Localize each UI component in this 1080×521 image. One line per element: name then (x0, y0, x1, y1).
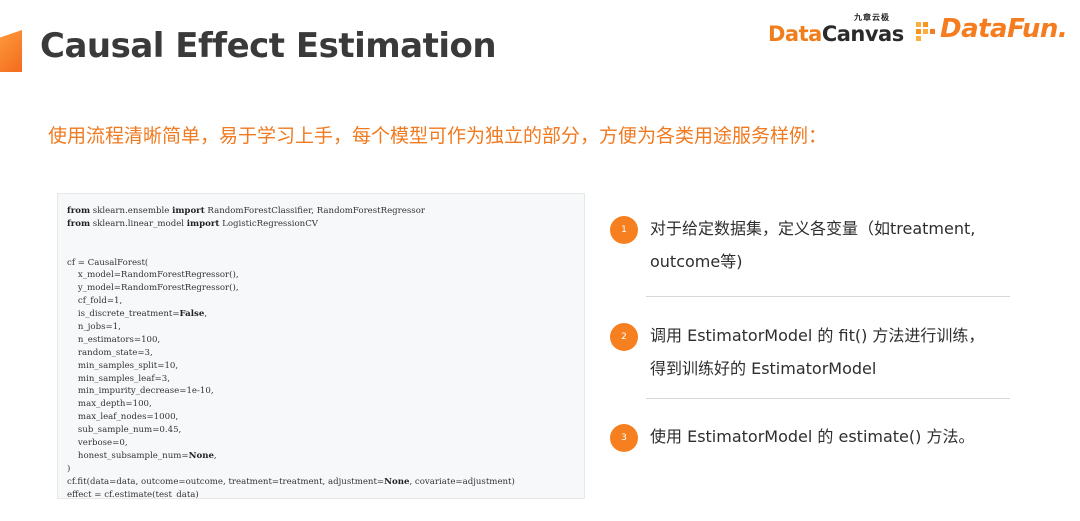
code-keyword: import (172, 206, 205, 216)
code-text: cf_fold=1, (67, 296, 123, 307)
code-line: n_estimators=100, (67, 334, 584, 347)
code-line: x_model=RandomForestRegressor(), (67, 269, 584, 282)
code-keyword: import (186, 218, 220, 229)
code-line: ) (67, 463, 584, 476)
code-text: is_discrete_treatment= (67, 309, 180, 320)
code-line: sub_sample_num=0.45, (67, 424, 584, 437)
code-line: effect = cf.estimate(test_data) (67, 489, 584, 499)
datafun-logo: DataFun. (940, 14, 1068, 44)
code-text: min_samples_split=10, (67, 360, 179, 371)
code-text: min_samples_leaf=3, (67, 373, 170, 384)
step-text-line: 使用 EstimatorModel 的 estimate() 方法。 (650, 427, 975, 446)
code-text: , covariate=adjustment) (409, 476, 515, 487)
code-line: n_jobs=1, (67, 321, 584, 334)
code-line: cf_fold=1, (67, 295, 584, 308)
code-text: max_depth=100, (67, 399, 152, 410)
step-text-line: outcome等) (650, 252, 743, 271)
step-number-badge: 1 (610, 216, 638, 244)
code-text: min_impurity_decrease=1e-10, (67, 386, 214, 397)
step-text-line: 调用 EstimatorModel 的 fit() 方法进行训练， (650, 326, 985, 345)
code-text: verbose=0, (67, 438, 128, 449)
datafun-dots-icon (916, 22, 935, 41)
code-text: x_model=RandomForestRegressor(), (67, 270, 239, 281)
code-line: min_samples_leaf=3, (67, 373, 584, 386)
code-text: random_state=3, (67, 347, 153, 358)
code-keyword: None (384, 476, 410, 487)
code-text: y_model=RandomForestRegressor(), (67, 283, 239, 294)
divider (646, 398, 1010, 399)
code-text: LogisticRegressionCV (219, 218, 318, 229)
code-keyword: from (67, 206, 91, 216)
step-number-badge: 2 (610, 323, 638, 351)
code-text: sub_sample_num=0.45, (67, 425, 182, 436)
datacanvas-logo-canvas: Canvas (821, 22, 904, 46)
code-keyword: None (188, 450, 214, 461)
code-text: sklearn.ensemble (90, 206, 173, 216)
code-text: max_leaf_nodes=1000, (67, 412, 179, 423)
step-text: 对于给定数据集，定义各变量（如treatment, outcome等) (650, 212, 975, 278)
header-logos: 九章云极 DataCanvas DataFun. (768, 8, 1068, 48)
code-line: min_impurity_decrease=1e-10, (67, 385, 584, 398)
code-text: RandomForestClassifier, RandomForestRegr… (204, 206, 425, 216)
datacanvas-logo-data: Data (768, 22, 822, 46)
datacanvas-logo: DataCanvas (768, 22, 904, 46)
step-text-line: 对于给定数据集，定义各变量（如treatment, (650, 219, 976, 238)
code-text: honest_subsample_num= (67, 450, 189, 461)
code-line: min_samples_split=10, (67, 360, 584, 373)
title-accent-bar (0, 30, 22, 72)
code-line: cf.fit(data=data, outcome=outcome, treat… (67, 476, 584, 489)
code-text: ) (67, 463, 71, 474)
code-line: is_discrete_treatment=False, (67, 308, 584, 321)
page-title: Causal Effect Estimation (40, 26, 497, 66)
code-line: cf = CausalForest( (67, 257, 584, 270)
code-text: effect = cf.estimate(test_data) (67, 489, 199, 499)
code-text: cf = CausalForest( (67, 257, 149, 268)
step-text-line: 得到训练好的 EstimatorModel (650, 359, 877, 378)
code-text: , (204, 309, 208, 320)
code-text: cf.fit(data=data, outcome=outcome, treat… (67, 476, 385, 487)
code-line: random_state=3, (67, 347, 584, 360)
code-panel: from sklearn.ensemble import RandomFores… (57, 193, 585, 499)
step-number-badge: 3 (610, 424, 638, 452)
divider (646, 296, 1010, 297)
code-line: from sklearn.linear_model import Logisti… (67, 218, 584, 231)
code-line: verbose=0, (67, 437, 584, 450)
code-line: honest_subsample_num=None, (67, 450, 584, 463)
code-text: n_jobs=1, (67, 322, 121, 333)
code-line: from sklearn.ensemble import RandomFores… (67, 205, 584, 218)
code-text: , (213, 450, 217, 461)
code-line: max_depth=100, (67, 398, 584, 411)
code-line: max_leaf_nodes=1000, (67, 411, 584, 424)
code-text: sklearn.linear_model (90, 218, 187, 229)
step-text: 调用 EstimatorModel 的 fit() 方法进行训练， 得到训练好的… (650, 319, 984, 385)
code-keyword: False (179, 309, 205, 320)
code-line: y_model=RandomForestRegressor(), (67, 282, 584, 295)
code-text: n_estimators=100, (67, 334, 161, 345)
step-text: 使用 EstimatorModel 的 estimate() 方法。 (650, 420, 974, 453)
code-keyword: from (67, 218, 91, 229)
subtitle: 使用流程清晰简单，易于学习上手，每个模型可作为独立的部分，方便为各类用途服务样例… (48, 125, 828, 147)
